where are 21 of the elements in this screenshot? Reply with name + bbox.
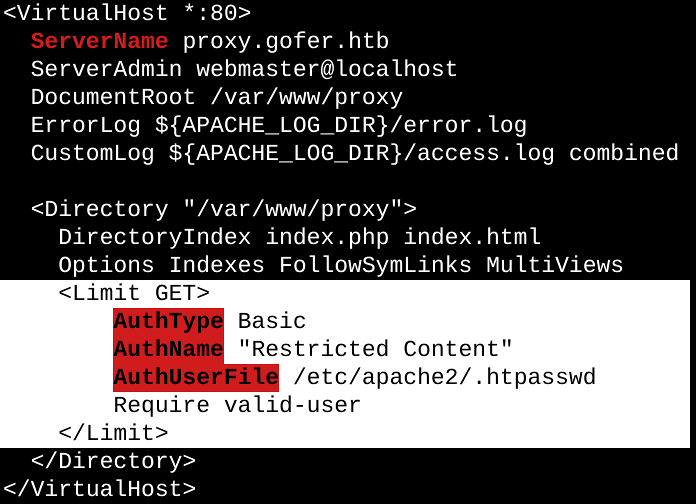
highlighted-keyword: AuthName xyxy=(113,336,224,364)
code-text: DocumentRoot /var/www/proxy xyxy=(30,84,404,112)
code-text: Require valid-user xyxy=(113,392,362,420)
highlighted-keyword: AuthType xyxy=(113,308,224,336)
code-text: </VirtualHost> xyxy=(3,476,196,504)
code-text: <Limit GET> xyxy=(58,280,210,308)
code-text: "Restricted Content" xyxy=(238,336,514,364)
code-text: proxy.gofer.htb xyxy=(182,28,390,56)
code-text: </Limit> xyxy=(58,420,169,448)
code-text: ServerAdmin webmaster@localhost xyxy=(30,56,458,84)
code-text: ErrorLog ${APACHE_LOG_DIR}/error.log xyxy=(30,112,528,140)
code-text: /etc/apache2/.htpasswd xyxy=(292,364,597,392)
code-text: DirectoryIndex index.php index.html xyxy=(58,224,542,252)
code-text: Basic xyxy=(238,308,307,336)
code-text: <Directory "/var/www/proxy"> xyxy=(30,196,418,224)
highlighted-keyword: AuthUserFile xyxy=(113,364,280,392)
code-text: Options Indexes FollowSymLinks MultiViews xyxy=(58,252,624,280)
code-text: CustomLog ${APACHE_LOG_DIR}/access.log combined xyxy=(30,140,680,168)
directive-keyword: ServerName xyxy=(30,28,169,56)
code-text: </Directory> xyxy=(30,448,196,476)
code-text: <VirtualHost *:80> xyxy=(3,0,252,28)
